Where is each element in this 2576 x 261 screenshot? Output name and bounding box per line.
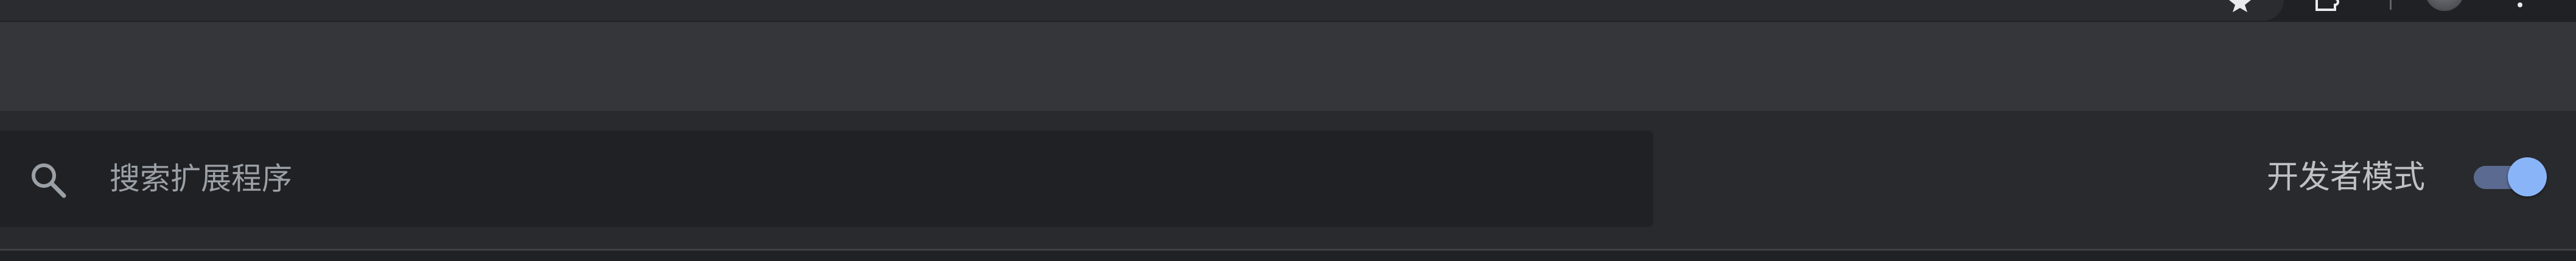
extensions-puzzle-icon[interactable] (2313, 0, 2340, 12)
page-header (0, 22, 2576, 111)
browser-toolbar (0, 0, 2576, 22)
extensions-toolbar: 开发者模式 (0, 111, 2576, 249)
content-area (0, 251, 2576, 261)
developer-mode-label: 开发者模式 (2267, 159, 2426, 196)
star-icon[interactable] (2223, 0, 2257, 16)
toolbar-divider (2390, 0, 2392, 10)
toggle-knob (2508, 157, 2547, 196)
search-icon (32, 163, 66, 198)
profile-avatar[interactable] (2425, 0, 2464, 11)
kebab-menu-icon[interactable] (2515, 0, 2525, 10)
search-box[interactable] (0, 130, 1653, 227)
search-input[interactable] (110, 157, 1570, 200)
address-bar[interactable] (0, 0, 2284, 21)
extensions-page: 开发者模式 (0, 0, 2576, 261)
developer-mode-toggle[interactable] (2474, 157, 2549, 196)
